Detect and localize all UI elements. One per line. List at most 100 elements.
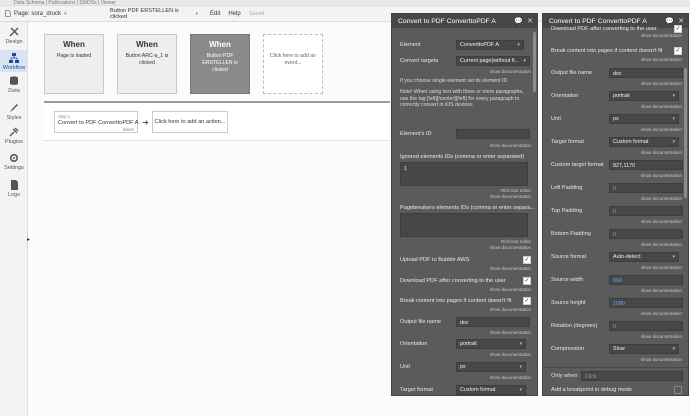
output-file-name-label: Output file name (551, 70, 593, 76)
top-padding-input[interactable]: 0 (609, 206, 683, 216)
sidebar-item-styles[interactable]: Styles (0, 102, 28, 124)
source-height-input[interactable]: 1080 (609, 298, 683, 308)
chevron-down-icon: ▾ (519, 341, 522, 347)
breakpoint-checkbox[interactable] (674, 386, 682, 394)
show-documentation-link[interactable]: show documentation (641, 127, 682, 132)
show-documentation-link[interactable]: show documentation (641, 33, 682, 38)
left-padding-input[interactable]: 0 (609, 183, 683, 193)
upload-aws-checkbox[interactable]: ✓ (523, 256, 531, 264)
sidebar-item-logs[interactable]: Logs (0, 179, 28, 201)
orientation-dropdown[interactable]: portrait ▾ (609, 91, 679, 101)
unit-value: px (460, 364, 466, 370)
show-documentation-link[interactable]: show documentation (641, 81, 682, 86)
step-card[interactable]: Step 1 Convert to PDF ConverttoPDF A del… (54, 111, 139, 133)
sidebar-item-plugins[interactable]: Plugins (0, 126, 28, 148)
sidebar-item-workflow[interactable]: Workflow (0, 50, 28, 72)
show-documentation-link[interactable]: show documentation (490, 307, 531, 312)
show-documentation-link[interactable]: show documentation (490, 287, 531, 292)
step-delete-link[interactable]: delete (123, 127, 134, 132)
add-action-button[interactable]: Click here to add an action... (152, 111, 228, 133)
event-selector[interactable]: Button PDF ERSTELLEN is clicked ▾ (110, 8, 202, 20)
source-format-value: Auto-detect (613, 254, 641, 260)
close-icon[interactable]: ✕ (527, 17, 533, 25)
help-menu[interactable]: Help (228, 11, 240, 17)
show-documentation-link[interactable]: show documentation (490, 69, 531, 74)
show-documentation-link[interactable]: show documentation (641, 57, 682, 62)
page-selector[interactable]: Page: sora_druck ▾ (4, 10, 104, 17)
show-documentation-link[interactable]: show documentation (641, 150, 682, 155)
top-padding-value: 0 (613, 209, 616, 215)
unit-label: Unit (551, 116, 561, 122)
output-file-name-input[interactable]: doc (609, 68, 683, 78)
orientation-dropdown[interactable]: portrait ▾ (456, 339, 526, 349)
scrollbar[interactable] (533, 32, 536, 92)
target-format-dropdown[interactable]: Custom format ▾ (609, 137, 679, 147)
comment-icon[interactable]: 💬 (665, 17, 674, 25)
rotation-input[interactable]: 0 (609, 321, 683, 331)
download-pdf-checkbox[interactable]: ✓ (523, 277, 531, 285)
event-card-page-loaded[interactable]: When Page is loaded (44, 34, 104, 94)
orientation-label: Orientation (400, 341, 428, 347)
break-content-checkbox[interactable]: ✓ (674, 47, 682, 55)
sidebar-item-design[interactable]: Design (0, 26, 28, 48)
source-format-dropdown[interactable]: Auto-detect ▾ (609, 252, 679, 262)
show-documentation-link[interactable]: show documentation (490, 266, 531, 271)
compression-dropdown[interactable]: Slow ▾ (609, 344, 679, 354)
show-documentation-link[interactable]: show documentation (490, 245, 531, 250)
comment-icon[interactable]: 💬 (514, 17, 523, 25)
source-width-label: Source width (551, 277, 584, 283)
show-documentation-link[interactable]: show documentation (641, 242, 682, 247)
show-documentation-link[interactable]: show documentation (641, 357, 682, 362)
break-content-checkbox[interactable]: ✓ (523, 297, 531, 305)
close-icon[interactable]: ✕ (678, 17, 684, 25)
sidebar-item-label: Plugins (4, 139, 24, 145)
add-event-card[interactable]: Click here to add an event... (263, 34, 323, 94)
element-dropdown[interactable]: ConverttoPDF A ▾ (456, 40, 524, 50)
output-file-name-input[interactable]: doc (456, 317, 530, 327)
show-documentation-link[interactable]: show documentation (641, 334, 682, 339)
element-id-input[interactable] (456, 129, 530, 139)
unit-dropdown[interactable]: px ▾ (456, 362, 526, 372)
bottom-padding-input[interactable]: 0 (609, 229, 683, 239)
rich-text-editor-link[interactable]: Rich text editor (501, 239, 531, 244)
event-card-button-arc[interactable]: When Button ARC-a_1 is clicked (117, 34, 177, 94)
show-documentation-link[interactable]: show documentation (641, 311, 682, 316)
download-pdf-label: Download PDF after converting to the use… (400, 278, 506, 284)
ignored-ids-textarea[interactable]: 1 (400, 162, 528, 186)
compression-value: Slow (613, 346, 625, 352)
edit-menu[interactable]: Edit (210, 11, 220, 17)
sidebar-item-data[interactable]: Data (0, 75, 28, 97)
convert-targets-dropdown[interactable]: Current page(without fi... ▾ (456, 56, 530, 66)
download-pdf-checkbox[interactable]: ✓ (674, 25, 682, 33)
pagebreakers-textarea[interactable] (400, 213, 528, 237)
show-documentation-link[interactable]: show documentation (490, 194, 531, 199)
show-documentation-link[interactable]: show documentation (641, 265, 682, 270)
convert-targets-value: Current page(without fi... (460, 58, 520, 64)
arrow-right-icon: ➜ (142, 118, 149, 127)
show-documentation-link[interactable]: show documentation (490, 375, 531, 380)
rich-text-editor-link[interactable]: Rich text editor (501, 188, 531, 193)
plugins-icon (9, 127, 19, 137)
chevron-down-icon: ▾ (519, 364, 522, 370)
sidebar-item-label: Design (5, 39, 23, 45)
show-documentation-link[interactable]: show documentation (490, 143, 531, 148)
custom-target-format-input[interactable]: 827,1170 (609, 160, 683, 170)
show-documentation-link[interactable]: show documentation (641, 196, 682, 201)
unit-dropdown[interactable]: px ▾ (609, 114, 679, 124)
source-width-input[interactable]: 960 (609, 275, 683, 285)
compression-label: Compression (551, 346, 584, 352)
show-documentation-link[interactable]: show documentation (490, 352, 531, 357)
show-documentation-link[interactable]: show documentation (641, 219, 682, 224)
event-card-button-pdf-erstellen[interactable]: When Button PDF ERSTELLEN is clicked (190, 34, 250, 94)
scrollbar[interactable] (684, 68, 687, 198)
target-format-dropdown[interactable]: Custom format ▾ (456, 385, 526, 395)
chevron-down-icon: ▾ (519, 387, 522, 393)
show-documentation-link[interactable]: show documentation (490, 330, 531, 335)
only-when-input[interactable]: Click (581, 371, 683, 381)
break-content-label: Break content into pages if content does… (551, 48, 663, 54)
show-documentation-link[interactable]: show documentation (641, 288, 682, 293)
show-documentation-link[interactable]: show documentation (641, 173, 682, 178)
page-selector-label: Page: sora_druck (14, 10, 62, 17)
show-documentation-link[interactable]: show documentation (641, 104, 682, 109)
sidebar-item-settings[interactable]: Settings (0, 152, 28, 174)
